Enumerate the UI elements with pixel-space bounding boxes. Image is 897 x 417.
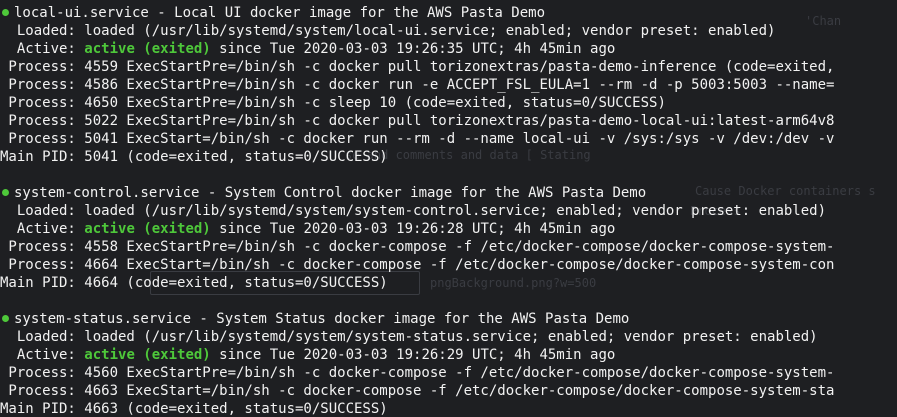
process-line: Process: 4559 ExecStartPre=/bin/sh -c do… (0, 59, 835, 75)
process-line: Process: 4560 ExecStartPre=/bin/sh -c do… (0, 365, 835, 381)
active-state: active (exited) (84, 221, 211, 237)
service-header-text: system-status.service - System Status do… (14, 311, 630, 327)
service-header: system-status.service - System Status do… (0, 310, 629, 328)
active-state: active (exited) (84, 347, 211, 363)
active-prefix: Active: (0, 41, 85, 57)
process-line: Process: 5041 ExecStart=/bin/sh -c docke… (0, 131, 835, 147)
active-prefix: Active: (0, 347, 85, 363)
process-line: Process: 4664 ExecStart=/bin/sh -c docke… (0, 257, 835, 273)
process-line: Process: 5022 ExecStartPre=/bin/sh -c do… (0, 113, 835, 129)
active-prefix: Active: (0, 221, 85, 237)
active-suffix: since Tue 2020-03-03 19:26:29 UTC; 4h 45… (210, 347, 616, 363)
service-loaded-line: Loaded: loaded (/usr/lib/systemd/system/… (0, 23, 776, 39)
main-pid-line: Main PID: 4664 (code=exited, status=0/SU… (0, 275, 388, 291)
process-line: Process: 4558 ExecStartPre=/bin/sh -c do… (0, 239, 835, 255)
status-dot-icon (2, 8, 9, 16)
background-ghost-text: pngBackground.png?w=500 (430, 276, 597, 290)
main-pid-line: Main PID: 5041 (code=exited, status=0/SU… (0, 149, 388, 165)
active-suffix: since Tue 2020-03-03 19:26:35 UTC; 4h 45… (210, 41, 616, 57)
service-loaded-line: Loaded: loaded (/usr/lib/systemd/system/… (0, 203, 827, 219)
service-header: system-control.service - System Control … (0, 184, 646, 202)
process-line: Process: 4663 ExecStart=/bin/sh -c docke… (0, 383, 835, 399)
service-header: local-ui.service - Local UI docker image… (0, 4, 545, 22)
service-active-line: Active: active (exited) since Tue 2020-0… (0, 346, 615, 364)
service-header-text: system-control.service - System Control … (14, 185, 647, 201)
status-dot-icon (2, 314, 9, 322)
service-active-line: Active: active (exited) since Tue 2020-0… (0, 220, 615, 238)
service-loaded-line: Loaded: loaded (/usr/lib/systemd/system/… (0, 329, 818, 345)
background-ghost-text: 'Chan (805, 14, 842, 28)
service-active-line: Active: active (exited) since Tue 2020-0… (0, 40, 615, 58)
active-suffix: since Tue 2020-03-03 19:26:28 UTC; 4h 45… (210, 221, 616, 237)
main-pid-line: Main PID: 4663 (code=exited, status=0/SU… (0, 401, 388, 417)
service-header-text: local-ui.service - Local UI docker image… (14, 5, 546, 21)
terminal-window[interactable]: 'Chan se and comments and data [ Stating… (0, 0, 897, 417)
status-dot-icon (2, 188, 9, 196)
process-line: Process: 4586 ExecStartPre=/bin/sh -c do… (0, 77, 835, 93)
active-state: active (exited) (84, 41, 211, 57)
background-ghost-text: Cause Docker containers s (695, 184, 876, 198)
process-line: Process: 4650 ExecStartPre=/bin/sh -c sl… (0, 95, 666, 111)
